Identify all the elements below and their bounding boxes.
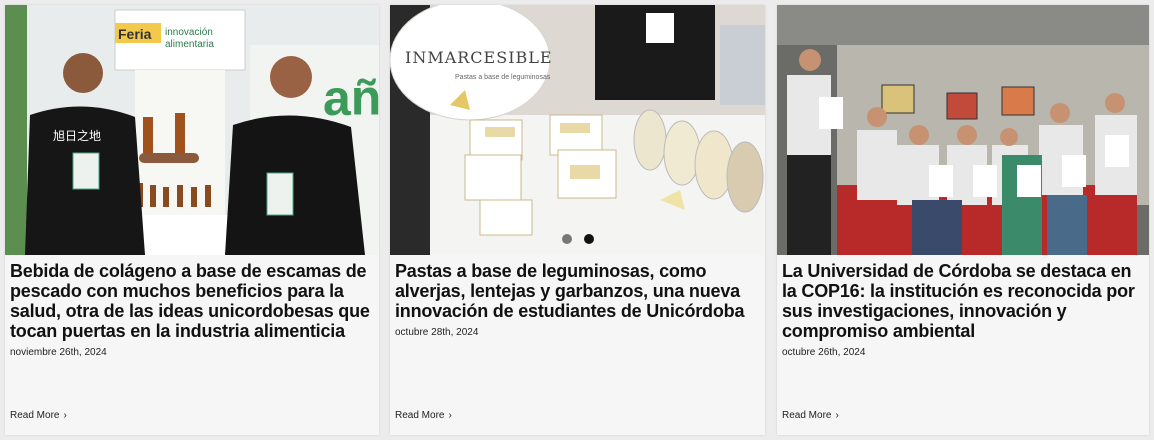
card-title[interactable]: La Universidad de Córdoba se destaca en … bbox=[777, 255, 1149, 341]
chevron-right-icon: › bbox=[63, 410, 67, 421]
svg-text:añ: añ bbox=[323, 70, 379, 126]
news-card[interactable]: INMARCESIBLE Pastas a base de leguminosa… bbox=[390, 5, 765, 435]
fair-photo: añ Feria innovación alimentaria 旭日之地 bbox=[5, 5, 379, 255]
card-date: octubre 28th, 2024 bbox=[395, 327, 479, 338]
group-photo bbox=[777, 5, 1149, 255]
read-more-label: Read More bbox=[782, 410, 832, 421]
svg-text:Pastas a base de leguminosas: Pastas a base de leguminosas bbox=[455, 74, 551, 81]
read-more-link[interactable]: Read More › bbox=[10, 410, 67, 421]
card-title[interactable]: Bebida de colágeno a base de escamas de … bbox=[5, 255, 379, 341]
fair-sign-text: Feria bbox=[118, 26, 152, 42]
read-more-link[interactable]: Read More › bbox=[395, 410, 452, 421]
carousel-dot-active[interactable] bbox=[583, 234, 594, 244]
card-title[interactable]: Pastas a base de leguminosas, como alver… bbox=[390, 255, 765, 321]
card-date: octubre 26th, 2024 bbox=[782, 347, 866, 358]
svg-text:alimentaria: alimentaria bbox=[165, 39, 214, 50]
news-card[interactable]: añ Feria innovación alimentaria 旭日之地 Beb… bbox=[5, 5, 379, 435]
brand-sign: INMARCESIBLE bbox=[405, 48, 553, 67]
carousel-dot[interactable] bbox=[561, 234, 572, 244]
read-more-label: Read More bbox=[10, 410, 60, 421]
read-more-link[interactable]: Read More › bbox=[782, 410, 839, 421]
card-image-fair[interactable]: añ Feria innovación alimentaria 旭日之地 bbox=[5, 5, 379, 255]
pasta-photo: INMARCESIBLE Pastas a base de leguminosa… bbox=[390, 5, 765, 255]
svg-text:innovación: innovación bbox=[165, 27, 213, 38]
read-more-label: Read More bbox=[395, 410, 445, 421]
news-card[interactable]: La Universidad de Córdoba se destaca en … bbox=[777, 5, 1149, 435]
chevron-right-icon: › bbox=[835, 410, 839, 421]
card-date: noviembre 26th, 2024 bbox=[10, 347, 107, 358]
card-image-pasta[interactable]: INMARCESIBLE Pastas a base de leguminosa… bbox=[390, 5, 765, 255]
chevron-right-icon: › bbox=[448, 410, 452, 421]
card-image-group[interactable] bbox=[777, 5, 1149, 255]
carousel-dots bbox=[390, 231, 765, 249]
shirt-text: 旭日之地 bbox=[53, 129, 101, 143]
news-cards: añ Feria innovación alimentaria 旭日之地 Beb… bbox=[0, 0, 1154, 440]
